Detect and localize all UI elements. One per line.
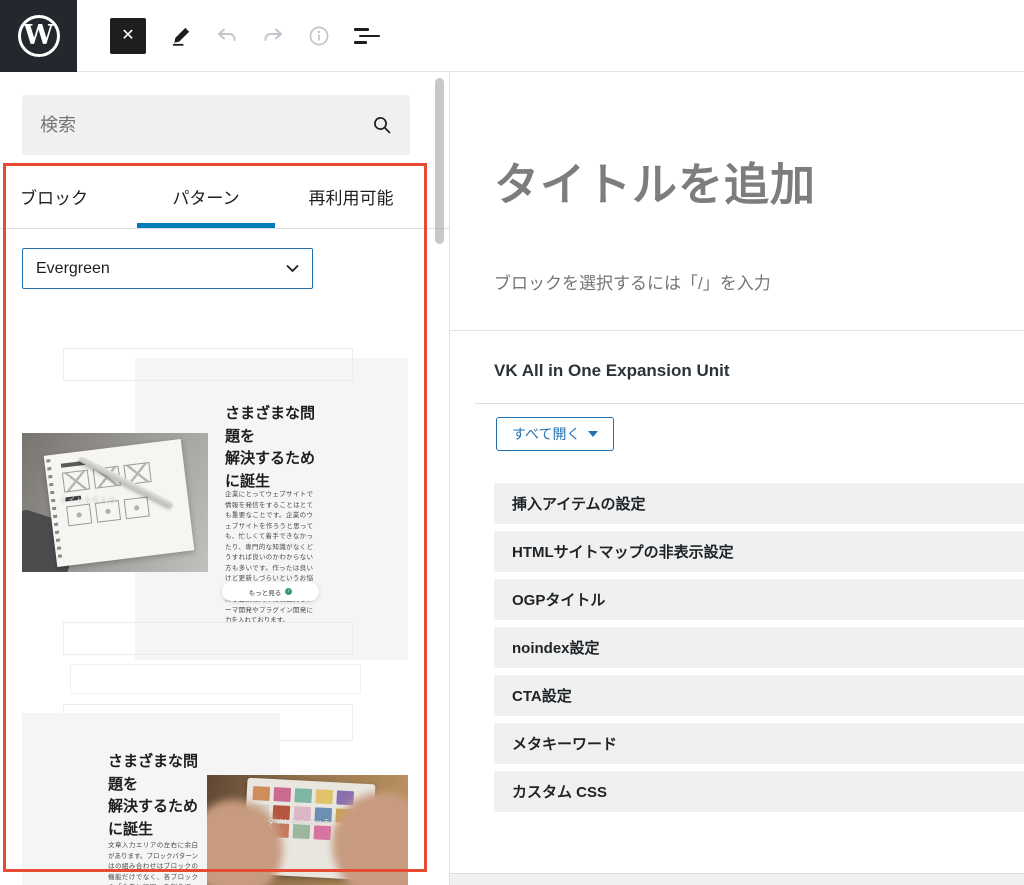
post-title-field[interactable]: タイトルを追加 [494,148,816,213]
section-label: メタキーワード [512,733,617,754]
section-label: OGPタイトル [512,589,605,610]
pattern-more-button: もっと見る › [222,582,319,601]
pattern-image-tablet: タイトルキャッチ [207,775,408,885]
wordpress-logo-icon: W [18,15,60,57]
list-view-button[interactable] [352,23,378,49]
section-row-html-sitemap[interactable]: HTMLサイトマップの非表示設定 [494,531,1024,572]
section-row-ogp-title[interactable]: OGPタイトル [494,579,1024,620]
undo-button[interactable] [214,23,240,49]
canvas-bottom-edge [450,873,1024,885]
pencil-icon [170,25,192,47]
wordpress-block-editor: W ✕ [0,0,1024,885]
caret-down-icon [588,431,598,437]
editor-canvas: タイトルを追加 ブロックを選択するには「/」を入力 VK All in One … [450,72,1024,873]
pattern-image-caption: タイトルキャッチ [267,817,331,827]
info-icon [307,24,331,48]
section-label: CTA設定 [512,685,572,706]
inserter-toggle-button[interactable]: ✕ [110,18,146,54]
pattern-body-text: 文章入力エリアの左右に余白があります。ブロックパターンはの組み合わせはブロックの… [108,841,198,885]
editor-toolbar: W ✕ [0,0,1024,72]
pattern-list: タイトルを入力 さまざまな問題を 解決するために誕生 企業にとってウェブサイトで… [0,72,449,885]
section-label: カスタム CSS [512,781,607,802]
pattern-heading: さまざまな問題を 解決するために誕生 [108,751,204,841]
section-label: noindex設定 [512,637,600,658]
section-row-insert-item[interactable]: 挿入アイテムの設定 [494,483,1024,524]
redo-button[interactable] [260,23,286,49]
metabox-divider [475,403,1024,404]
arrow-circle-icon: › [285,588,292,595]
section-label: HTMLサイトマップの非表示設定 [512,541,734,562]
close-icon: ✕ [121,27,134,44]
wordpress-logo[interactable]: W [0,0,77,72]
undo-icon [215,24,239,48]
pattern-image-caption: タイトルを入力 [60,495,116,505]
redo-icon [261,24,285,48]
section-row-cta[interactable]: CTA設定 [494,675,1024,716]
list-view-icon [354,28,376,43]
pattern-body-text: 企業にとってウェブサイトで情報を発信をすることはとても重要なことです。企業のウェ… [225,490,313,627]
edit-mode-button[interactable] [168,23,194,49]
metabox-title: VK All in One Expansion Unit [494,361,730,381]
metabox-sections: 挿入アイテムの設定 HTMLサイトマップの非表示設定 OGPタイトル noind… [494,483,1024,819]
pattern-placeholder-box [70,664,361,694]
open-all-button[interactable]: すべて開く [496,417,614,451]
section-row-custom-css[interactable]: カスタム CSS [494,771,1024,812]
more-button-label: もっと見る [249,587,282,597]
open-all-label: すべて開く [512,424,580,444]
pattern-heading: さまざまな問題を 解決するために誕生 [225,403,321,493]
pattern-image-notebook: タイトルを入力 [22,433,208,572]
block-appender[interactable]: ブロックを選択するには「/」を入力 [494,269,771,294]
section-row-meta-keywords[interactable]: メタキーワード [494,723,1024,764]
pattern-placeholder-box [63,348,353,381]
section-row-noindex[interactable]: noindex設定 [494,627,1024,668]
section-label: 挿入アイテムの設定 [512,493,646,514]
pattern-placeholder-box [63,622,353,655]
canvas-divider [450,330,1024,331]
details-button[interactable] [306,23,332,49]
